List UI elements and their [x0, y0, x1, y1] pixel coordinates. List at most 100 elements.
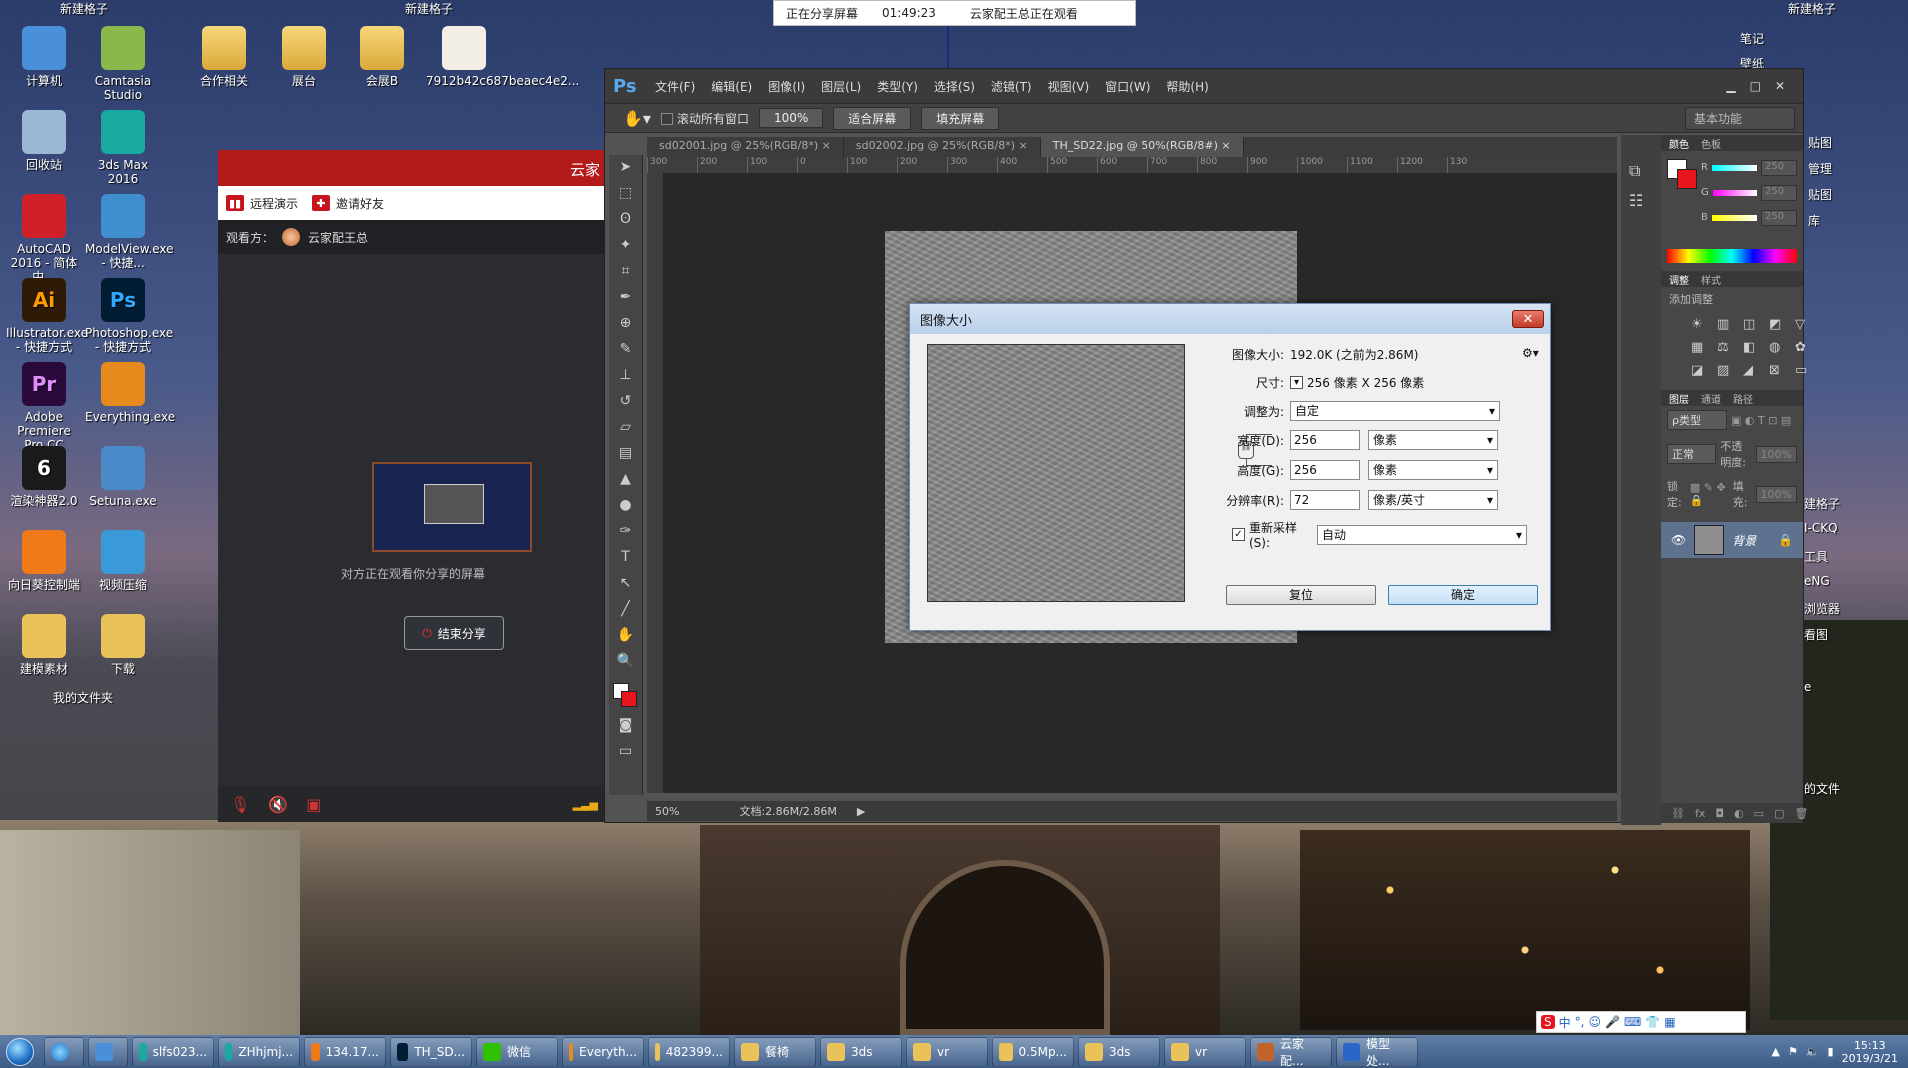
- camera-off-icon[interactable]: ▣: [306, 795, 321, 814]
- desktop-icon[interactable]: 会展B: [344, 26, 420, 88]
- width-unit-select[interactable]: 像素: [1368, 430, 1498, 450]
- fit-select[interactable]: 自定: [1290, 401, 1500, 421]
- panel-tab[interactable]: 色板: [1701, 136, 1721, 151]
- brightness-icon[interactable]: ☀: [1691, 317, 1711, 332]
- panel-tab[interactable]: 路径: [1733, 391, 1753, 406]
- taskbar-button[interactable]: 3ds: [820, 1036, 902, 1067]
- path-select-icon[interactable]: ↖: [613, 575, 639, 597]
- maximize-icon[interactable]: □: [1750, 79, 1761, 93]
- desktop-icon[interactable]: 3ds Max 2016: [85, 110, 161, 186]
- image-preview[interactable]: [927, 344, 1185, 602]
- zoom-100-button[interactable]: 100%: [758, 108, 824, 128]
- eyedropper-icon[interactable]: ✒: [613, 289, 639, 311]
- dims-toggle-icon[interactable]: ▾: [1290, 376, 1303, 389]
- channel-slider[interactable]: [1712, 189, 1757, 196]
- desktop-icon[interactable]: 视频压缩: [85, 530, 161, 592]
- channel-value[interactable]: 250: [1761, 209, 1797, 226]
- desktop-icon-label[interactable]: 看图: [1804, 626, 1828, 643]
- brush-tool-icon[interactable]: ✎: [613, 341, 639, 363]
- sogou-icon[interactable]: S: [1541, 1015, 1555, 1029]
- desktop-icon[interactable]: 向日葵控制端: [6, 530, 82, 592]
- taskbar-button[interactable]: 0.5Mp...: [992, 1036, 1074, 1067]
- bw-icon[interactable]: ◧: [1743, 340, 1763, 355]
- tab-remote-demo[interactable]: ▮▮ 远程演示: [226, 195, 298, 212]
- quick-mask-icon[interactable]: ◙: [613, 717, 639, 739]
- taskbar-button[interactable]: 模型处...: [1336, 1036, 1418, 1068]
- desktop-icon[interactable]: 下载: [85, 614, 161, 676]
- adjust-layer-icon[interactable]: ◐: [1734, 807, 1744, 820]
- balance-icon[interactable]: ⚖: [1717, 340, 1737, 355]
- color-swatches[interactable]: [612, 683, 639, 709]
- desktop-icon[interactable]: ModelView.exe - 快捷...: [85, 194, 174, 270]
- end-share-button[interactable]: ⏻ 结束分享: [404, 616, 504, 650]
- tab-invite-friends[interactable]: ✚ 邀请好友: [312, 195, 384, 212]
- desktop-icon[interactable]: 展台: [266, 26, 342, 88]
- color-spectrum[interactable]: [1667, 249, 1797, 263]
- panel-tab[interactable]: 图层: [1669, 391, 1689, 406]
- toolbox-icon[interactable]: ▦: [1664, 1015, 1675, 1029]
- gear-icon[interactable]: ⚙▾: [1522, 346, 1539, 360]
- menu-item[interactable]: 图像(I): [768, 78, 805, 95]
- desktop-icon-label[interactable]: 的文件: [1804, 780, 1840, 797]
- keyboard-icon[interactable]: ⌨: [1624, 1015, 1641, 1029]
- eye-icon[interactable]: 👁: [1671, 533, 1686, 547]
- desktop-icon-label[interactable]: 笔记: [1740, 30, 1764, 47]
- menu-item[interactable]: 视图(V): [1048, 78, 1090, 95]
- mic-icon[interactable]: 🎤: [1605, 1015, 1620, 1029]
- menu-item[interactable]: 选择(S): [934, 78, 975, 95]
- resolution-input[interactable]: 72: [1290, 490, 1360, 510]
- panel-tab[interactable]: 通道: [1701, 391, 1721, 406]
- screen-mode-icon[interactable]: ▭: [613, 743, 639, 765]
- network-icon[interactable]: ⚑: [1788, 1045, 1798, 1058]
- layer-kind-select[interactable]: ρ类型: [1667, 410, 1727, 430]
- exposure-icon[interactable]: ◩: [1769, 317, 1789, 332]
- desktop-icon-label[interactable]: I-CKQ: [1804, 521, 1838, 535]
- photo-filter-icon[interactable]: ◍: [1769, 340, 1789, 355]
- desktop-icon[interactable]: AutoCAD 2016 - 简体中...: [6, 194, 82, 284]
- desktop-icon-label[interactable]: 库: [1808, 212, 1820, 229]
- fill-screen-button[interactable]: 填充屏幕: [921, 106, 1000, 130]
- resample-select[interactable]: 自动: [1317, 524, 1527, 545]
- scroll-all-checkbox[interactable]: 滚动所有窗口: [660, 110, 749, 127]
- link-icon[interactable]: ⛓: [1671, 807, 1685, 820]
- skin-icon[interactable]: 👕: [1645, 1015, 1660, 1029]
- channel-value[interactable]: 250: [1761, 184, 1797, 201]
- close-icon[interactable]: ×: [818, 139, 831, 152]
- start-button[interactable]: [0, 1036, 40, 1068]
- mixer-icon[interactable]: ✿: [1795, 340, 1815, 355]
- menu-item[interactable]: 编辑(E): [711, 78, 752, 95]
- status-arrow-icon[interactable]: ▶: [857, 805, 865, 818]
- power-tray-icon[interactable]: ▮: [1828, 1045, 1834, 1058]
- close-icon[interactable]: ×: [1015, 139, 1028, 152]
- taskbar-pinned-browser[interactable]: [44, 1036, 84, 1067]
- panel-tab[interactable]: 颜色: [1669, 136, 1689, 151]
- desktop-icon[interactable]: 建模素材: [6, 614, 82, 676]
- desktop-icon[interactable]: 6 渲染神器2.0: [6, 446, 82, 508]
- blend-mode-select[interactable]: 正常: [1667, 444, 1717, 464]
- desktop-icon-label[interactable]: eNG: [1804, 574, 1830, 588]
- emoji-icon[interactable]: ☺: [1588, 1015, 1601, 1029]
- healing-brush-icon[interactable]: ⊕: [613, 315, 639, 337]
- menu-item[interactable]: 滤镜(T): [991, 78, 1032, 95]
- gradient-tool-icon[interactable]: ▤: [613, 445, 639, 467]
- channel-value[interactable]: 250: [1761, 159, 1797, 176]
- channel-slider[interactable]: [1711, 214, 1757, 221]
- workspace-select[interactable]: 基本功能: [1685, 106, 1795, 130]
- taskbar-button[interactable]: slfs023...: [132, 1036, 214, 1067]
- marquee-tool-icon[interactable]: ⬚: [613, 185, 639, 207]
- minimize-icon[interactable]: ▁: [1726, 79, 1735, 93]
- volume-icon[interactable]: 🔈: [1806, 1045, 1820, 1058]
- resample-checkbox[interactable]: ✓: [1232, 528, 1245, 541]
- properties-icon[interactable]: ☷: [1629, 191, 1653, 210]
- close-icon[interactable]: ✕: [1775, 79, 1785, 93]
- hand-tool-icon[interactable]: ✋▾: [623, 109, 651, 128]
- lock-icons[interactable]: ▩ ✎ ✥ 🔒: [1690, 481, 1729, 507]
- ok-button[interactable]: 确定: [1388, 585, 1538, 605]
- desktop-icon[interactable]: 回收站: [6, 110, 82, 172]
- channel-slider[interactable]: [1711, 164, 1757, 171]
- desktop-icon[interactable]: Camtasia Studio: [85, 26, 161, 102]
- document-tab[interactable]: TH_SD22.jpg @ 50%(RGB/8#) ×: [1040, 137, 1244, 157]
- menu-item[interactable]: 图层(L): [821, 78, 861, 95]
- desktop-icon-label[interactable]: 工具: [1804, 548, 1828, 565]
- mask-icon[interactable]: ◘: [1715, 807, 1724, 820]
